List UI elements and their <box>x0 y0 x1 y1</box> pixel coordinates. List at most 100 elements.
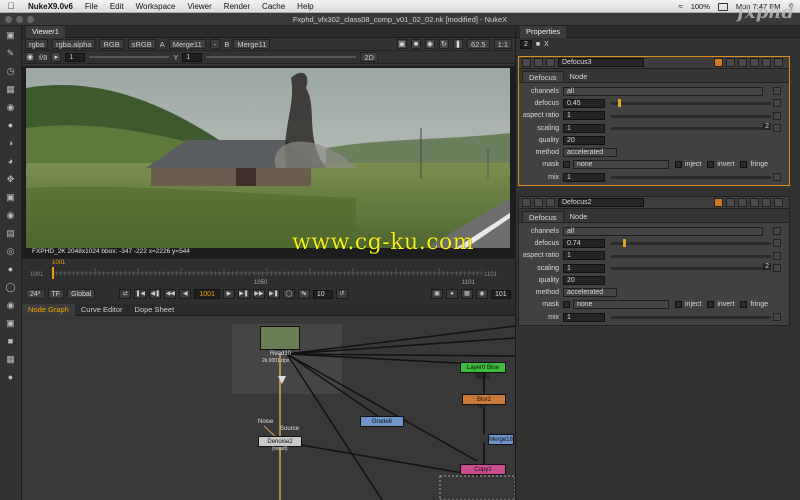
skip-increment-icon[interactable]: ↹ <box>297 289 310 299</box>
timeline-ruler[interactable] <box>52 267 482 279</box>
tab-node-graph[interactable]: Node Graph <box>22 303 75 316</box>
ratio-dropdown[interactable]: 1:1 <box>493 39 512 49</box>
zoom-field[interactable]: 62.5 <box>466 39 490 49</box>
lock-icon[interactable]: ■ <box>536 41 540 48</box>
viewer-image-area[interactable] <box>22 66 515 252</box>
composite-dropdown[interactable]: - <box>209 39 221 49</box>
defocus3-help-icon[interactable] <box>534 58 543 67</box>
alpha-dropdown[interactable]: rgba.alpha <box>52 39 96 49</box>
menu-workspace[interactable]: Workspace <box>130 2 182 11</box>
tab-curve-editor[interactable]: Curve Editor <box>75 304 129 316</box>
defocus2-method-dropdown[interactable]: accelerated <box>563 288 617 298</box>
skip-field[interactable]: 10 <box>312 289 333 299</box>
in-out-icon[interactable]: ⇄ <box>119 289 132 299</box>
input-a-dropdown[interactable]: Merge11 <box>168 39 206 49</box>
read-node-thumbnail[interactable] <box>260 326 300 350</box>
proxy-icon[interactable]: ◉ <box>424 39 435 49</box>
defocus3-channels-anim-icon[interactable] <box>773 87 781 95</box>
defocus3-name-field[interactable]: Defocus3 <box>558 58 644 67</box>
defocus3-tint-icon[interactable] <box>714 58 723 67</box>
merge-node[interactable]: Merge18 <box>488 434 514 445</box>
defocus2-color-icon[interactable] <box>546 198 555 207</box>
image-icon[interactable]: ▣ <box>5 30 16 41</box>
defocus2-tab-defocus[interactable]: Defocus <box>522 211 564 222</box>
defocus3-redo-icon[interactable] <box>738 58 747 67</box>
refresh-icon[interactable]: ↻ <box>438 39 449 49</box>
close-window-icon[interactable] <box>5 16 12 23</box>
flipbook-icon[interactable]: ▣ <box>431 289 443 299</box>
gain-field[interactable]: 1 <box>65 52 86 62</box>
merge-icon[interactable]: ◕ <box>5 156 16 167</box>
defocus2-undo-icon[interactable] <box>726 198 735 207</box>
defocus2-defocus-field[interactable]: 0.74 <box>563 238 605 248</box>
gain-step-icon[interactable]: ▸ <box>51 52 62 62</box>
minimize-window-icon[interactable] <box>16 16 23 23</box>
defocus3-channels-dropdown[interactable]: all <box>563 86 763 96</box>
skip-forward-button[interactable]: ▶▶ <box>252 289 265 299</box>
defocus2-inject-checkbox[interactable] <box>675 301 682 309</box>
skip-forward-icon[interactable]: ↺ <box>335 289 348 299</box>
read-node-label[interactable]: Read10 <box>270 351 291 357</box>
defocus3-mix-field[interactable]: 1 <box>563 172 605 182</box>
keyer-icon[interactable]: ◑ <box>5 138 16 149</box>
defocus3-defocus-slider[interactable] <box>611 99 771 108</box>
defocus2-quality-field[interactable]: 20 <box>563 275 605 285</box>
defocus2-aspect-field[interactable]: 1 <box>563 251 605 261</box>
rgb-dropdown[interactable]: RGB <box>99 39 124 49</box>
color-icon[interactable]: ◉ <box>5 102 16 113</box>
view-mode-dropdown[interactable]: 2D <box>360 52 378 62</box>
defocus2-scaling-split-field[interactable]: 2 <box>763 262 771 270</box>
menu-render[interactable]: Render <box>218 2 256 11</box>
metadata-icon[interactable]: ▤ <box>5 228 16 239</box>
menu-cache[interactable]: Cache <box>256 2 291 11</box>
defocus2-tint-icon[interactable] <box>714 198 723 207</box>
last-frame-button[interactable]: ▶❚ <box>267 289 280 299</box>
defocus3-toggle-icon[interactable] <box>522 58 531 67</box>
draw-icon[interactable]: ✎ <box>5 48 16 59</box>
apple-icon[interactable]:  <box>0 1 22 11</box>
defocus3-undo-icon[interactable] <box>726 58 735 67</box>
defocus3-aspect-anim-icon[interactable] <box>773 111 781 120</box>
defocus3-tab-defocus[interactable]: Defocus <box>522 71 564 82</box>
defocus3-mix-slider[interactable] <box>611 176 771 180</box>
defocus2-mix-field[interactable]: 1 <box>563 312 605 322</box>
defocus3-defocus-anim-icon[interactable] <box>773 99 781 108</box>
first-frame-button[interactable]: ❚◀ <box>134 289 147 299</box>
tab-dope-sheet[interactable]: Dope Sheet <box>129 304 181 316</box>
defocus2-defocus-handle[interactable] <box>622 239 626 248</box>
gain-slider[interactable] <box>89 56 170 58</box>
defocus3-mask-checkbox[interactable] <box>563 161 570 169</box>
defocus3-method-dropdown[interactable]: accelerated <box>563 148 617 158</box>
defocus3-mix-anim-icon[interactable] <box>773 173 781 182</box>
defocus2-fringe-checkbox[interactable] <box>740 301 748 309</box>
defocus2-scaling-slider[interactable] <box>611 266 771 270</box>
deep-icon[interactable]: ● <box>5 264 16 275</box>
help-icon[interactable]: ● <box>5 372 16 383</box>
views-icon[interactable]: ◉ <box>5 210 16 221</box>
defocus3-inject-checkbox[interactable] <box>675 161 682 169</box>
defocus3-scaling-split-field[interactable]: 2 <box>763 122 771 130</box>
max-panels-field[interactable]: 2 <box>520 39 532 49</box>
furnace-icon[interactable]: ◯ <box>5 282 16 293</box>
defocus3-color-icon[interactable] <box>546 58 555 67</box>
gain-toggle-icon[interactable]: ◉ <box>25 52 35 62</box>
defocus2-channels-anim-icon[interactable] <box>773 227 781 235</box>
defocus2-aspect-anim-icon[interactable] <box>773 251 781 260</box>
viewer-options-icon[interactable]: ◉ <box>476 289 488 299</box>
defocus2-revert-icon[interactable] <box>750 198 759 207</box>
defocus2-tab-node[interactable]: Node <box>564 211 594 222</box>
menu-help[interactable]: Help <box>291 2 319 11</box>
skip-back-button[interactable]: ◀◀ <box>164 289 177 299</box>
node-graph-canvas[interactable]: Read10 2k.0001.dpx Layer0 Blue layer (rg… <box>22 316 515 500</box>
menu-file[interactable]: File <box>79 2 104 11</box>
other-icon[interactable]: ▣ <box>5 318 16 329</box>
defocus2-mix-slider[interactable] <box>611 316 771 320</box>
end-frame-field[interactable]: 101 <box>491 289 511 299</box>
input-b-dropdown[interactable]: Merge11 <box>233 39 271 49</box>
defocus2-help-icon[interactable] <box>534 198 543 207</box>
tab-properties[interactable]: Properties <box>520 25 567 38</box>
prev-frame-button[interactable]: ◀ <box>179 289 192 299</box>
fps-dropdown[interactable]: 24* <box>26 289 45 299</box>
menu-viewer[interactable]: Viewer <box>181 2 217 11</box>
defocus2-close-icon[interactable] <box>774 198 783 207</box>
